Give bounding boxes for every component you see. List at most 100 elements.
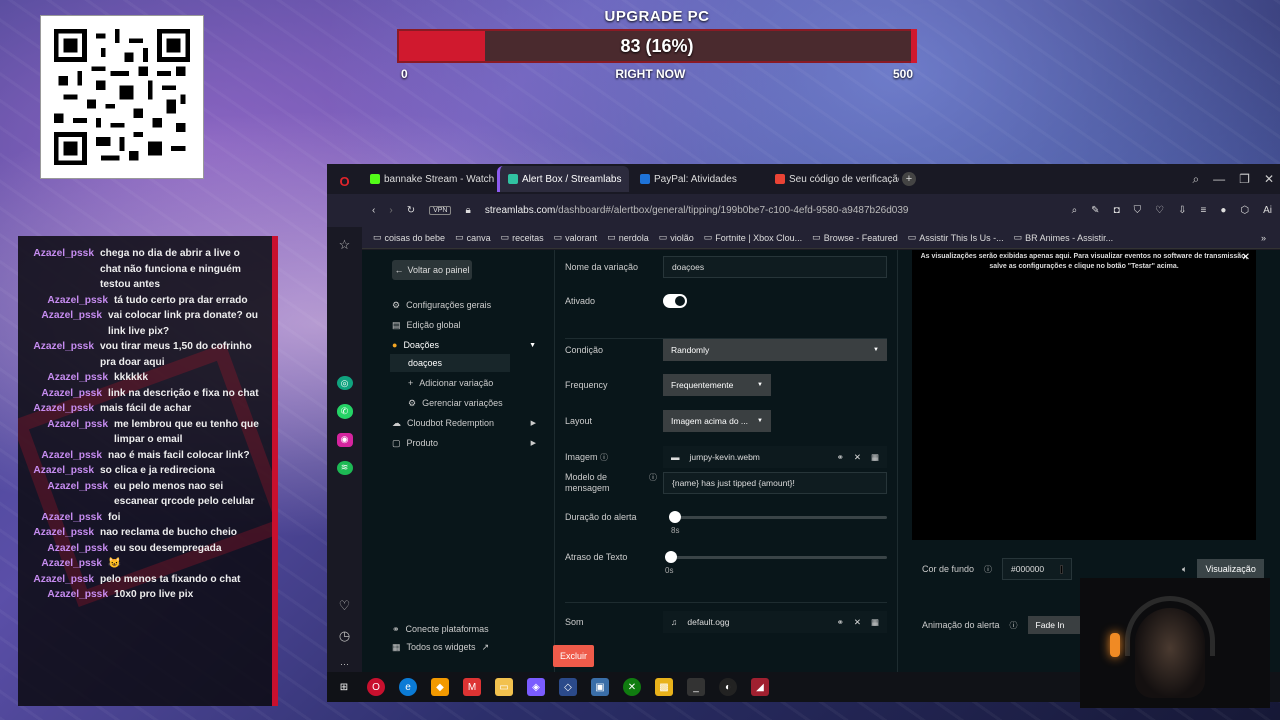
tab-kick[interactable]: bannake Stream - Watch Li	[362, 166, 494, 192]
alert-duration-slider[interactable]: 8s	[663, 510, 887, 535]
layout-select[interactable]: Imagem acima do ... ▼	[663, 410, 771, 432]
whatsapp-icon[interactable]: ✆	[336, 404, 353, 419]
new-tab-button[interactable]: +	[902, 172, 916, 186]
field-label: Som	[565, 617, 584, 627]
gallery-icon[interactable]: ▦	[871, 452, 879, 463]
link-icon[interactable]: ⚭	[837, 617, 844, 628]
search-icon[interactable]: ⌕	[1072, 205, 1078, 216]
extensions-icon[interactable]: ⬡	[1240, 205, 1249, 216]
obs-taskbar-icon[interactable]: ◐	[719, 678, 737, 696]
forward-icon[interactable]: ›	[389, 205, 392, 216]
browser-sidebar: O ⌂ ☆ ◎ ✆ ◉ ≋ ♡ ◷ ⋯	[327, 164, 362, 672]
bookmark-item[interactable]: ▭ nerdola	[607, 232, 649, 243]
aria-icon[interactable]: Ai	[1263, 205, 1272, 216]
nav-general-settings[interactable]: ⚙ Configurações gerais	[392, 296, 552, 314]
frequency-select[interactable]: Frequentemente ▼	[663, 374, 771, 396]
delete-button[interactable]: Excluir	[553, 645, 594, 667]
sound-file-field[interactable]: ♫ default.ogg ⚭ ✕ ▦	[663, 611, 887, 633]
shield-icon[interactable]: ⛉	[1134, 205, 1142, 216]
preview-button[interactable]: Visualização	[1197, 559, 1264, 579]
clear-icon[interactable]: ✕	[854, 617, 861, 628]
nav-all-widgets[interactable]: ▦ Todos os widgets ↗	[392, 638, 489, 656]
bookmark-item[interactable]: ▭ canva	[455, 232, 491, 243]
history-icon[interactable]: ◷	[337, 628, 353, 644]
xbox-taskbar-icon[interactable]: ✕	[623, 678, 641, 696]
close-note-icon[interactable]: ✕	[1242, 252, 1250, 263]
headphones-icon	[1125, 596, 1215, 656]
row-alert-duration: Duração do alerta 8s	[565, 510, 887, 535]
download-icon[interactable]: ⇩	[1178, 205, 1186, 216]
windows-start-icon[interactable]: ⊞	[335, 678, 353, 696]
opera-logo-icon[interactable]: O	[337, 174, 353, 189]
menu-icon[interactable]: ≡	[1200, 205, 1206, 216]
nav-global-edit[interactable]: ▤ Edição global	[392, 316, 552, 334]
back-icon[interactable]: ‹	[372, 205, 375, 216]
more-icon[interactable]: ⋯	[337, 658, 353, 672]
message-template-input[interactable]: {name} has just tipped {amount}!	[663, 472, 887, 494]
nav-donations[interactable]: ● Doações ▼	[392, 336, 552, 354]
search-tabs-icon[interactable]: ⌕	[1192, 172, 1199, 187]
app-taskbar-icon[interactable]: ◇	[559, 678, 577, 696]
restore-button[interactable]: ❐	[1239, 172, 1250, 186]
close-window-button[interactable]: ✕	[1264, 172, 1274, 186]
nav-connect-platforms[interactable]: ⚭ Conecte plataformas	[392, 620, 489, 638]
slider-handle[interactable]	[669, 511, 681, 523]
link-icon[interactable]: ⚭	[837, 452, 844, 463]
slider-handle[interactable]	[665, 551, 677, 563]
opera-taskbar-icon[interactable]: O	[367, 678, 385, 696]
instagram-icon[interactable]: ◉	[336, 432, 353, 447]
bookmark-item[interactable]: ▭ Browse - Featured	[812, 232, 898, 243]
more-bookmarks-icon[interactable]: »	[1261, 233, 1266, 243]
reload-icon[interactable]: ↻	[407, 205, 415, 216]
camera-icon[interactable]: ◘	[1114, 205, 1120, 216]
variation-name-input[interactable]: doaçoes	[663, 256, 887, 278]
active-toggle[interactable]	[663, 294, 687, 308]
clear-icon[interactable]: ✕	[854, 452, 861, 463]
bookmark-item[interactable]: ▭ valorant	[554, 232, 598, 243]
url-field[interactable]: streamlabs.com/dashboard#/alertbox/gener…	[485, 205, 1058, 216]
tab-paypal[interactable]: PayPal: Atividades	[632, 166, 764, 192]
profile-icon[interactable]: ●	[1220, 205, 1226, 216]
volume-icon[interactable]: 🔈︎	[1182, 564, 1187, 575]
vscode-taskbar-icon[interactable]: ◆	[431, 678, 449, 696]
chatgpt-icon[interactable]: ◎	[336, 376, 353, 391]
store-taskbar-icon[interactable]: ▣	[591, 678, 609, 696]
gallery-icon[interactable]: ▦	[871, 617, 879, 628]
file-explorer-icon[interactable]: ▭	[495, 678, 513, 696]
terminal-icon[interactable]: _	[687, 678, 705, 696]
minimize-button[interactable]: —	[1213, 172, 1225, 186]
nav-donations-variation[interactable]: doaçoes	[390, 354, 510, 372]
mf-app-taskbar-icon[interactable]: M	[463, 678, 481, 696]
tab-streamlabs[interactable]: Alert Box / Streamlabs	[497, 166, 629, 192]
tab-gmail[interactable]: Seu código de verificação	[767, 166, 899, 192]
streamlabs-taskbar-icon[interactable]: ◢	[751, 678, 769, 696]
spotify-icon[interactable]: ≋	[336, 460, 353, 475]
edge-taskbar-icon[interactable]: e	[399, 678, 417, 696]
nav-manage-variations[interactable]: ⚙ Gerenciar variações	[392, 394, 552, 412]
bg-color-input[interactable]: #000000	[1002, 558, 1073, 580]
back-to-dashboard-button[interactable]: ← Voltar ao painel	[392, 260, 472, 280]
image-file-field[interactable]: ▬ jumpy-kevin.webm ⚭ ✕ ▦	[663, 446, 887, 468]
game-controller-icon[interactable]: ◈	[527, 678, 545, 696]
nav-add-variation[interactable]: + Adicionar variação	[392, 374, 552, 392]
vpn-badge[interactable]: VPN	[429, 206, 452, 215]
goal-min: 0	[401, 67, 408, 81]
nav-cloudbot[interactable]: ☁ Cloudbot Redemption ▶	[392, 414, 552, 432]
color-swatch[interactable]	[1060, 564, 1064, 574]
heart-icon[interactable]: ♡	[337, 598, 353, 614]
bookmark-item[interactable]: ▭ Assistir This Is Us -...	[908, 232, 1004, 243]
photo-app-icon[interactable]: ▩	[655, 678, 673, 696]
star-icon[interactable]: ☆	[337, 237, 353, 253]
bookmark-item[interactable]: ▭ Fortnite | Xbox Clou...	[704, 232, 802, 243]
edit-icon[interactable]: ✎	[1091, 205, 1099, 216]
heart-icon[interactable]: ♡	[1155, 205, 1164, 216]
bookmark-item[interactable]: ▭ coisas do bebe	[373, 232, 445, 243]
condition-select[interactable]: Randomly ▼	[663, 339, 887, 361]
sound-filename: default.ogg	[687, 617, 730, 627]
bookmark-item[interactable]: ▭ receitas	[501, 232, 544, 243]
alert-animation-select[interactable]: Fade In	[1027, 616, 1088, 634]
text-delay-slider[interactable]: 0s	[663, 550, 887, 575]
bookmark-item[interactable]: ▭ violão	[659, 232, 694, 243]
nav-product[interactable]: ▢ Produto ▶	[392, 434, 552, 452]
bookmark-item[interactable]: ▭ BR Animes - Assistir...	[1014, 232, 1114, 243]
